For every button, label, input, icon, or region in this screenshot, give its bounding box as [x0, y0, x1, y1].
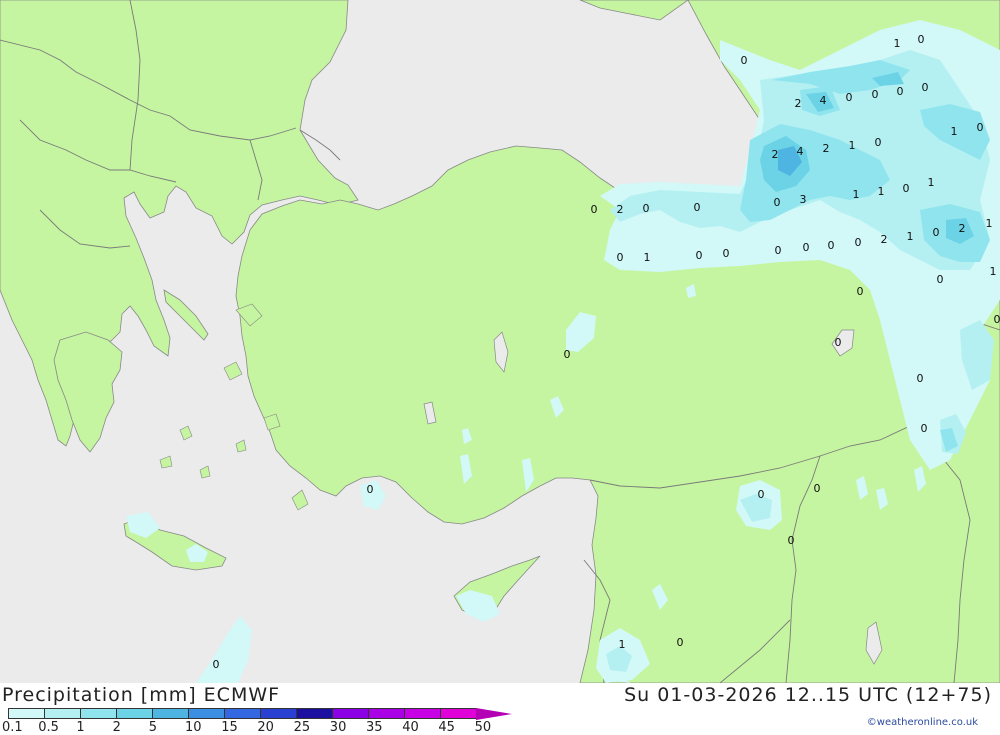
- color-scale-swatch: [224, 708, 260, 719]
- precip-value-label: 0: [875, 136, 882, 149]
- precip-value-label: 1: [928, 176, 935, 189]
- precip-value-label: 1: [644, 251, 651, 264]
- precip-value-label: 1: [619, 638, 626, 651]
- precip-value-label: 0: [921, 422, 928, 435]
- precip-value-label: 0: [758, 488, 765, 501]
- precip-value-label: 0: [846, 91, 853, 104]
- precip-value-label: 0: [788, 534, 795, 547]
- color-scale-swatch: [188, 708, 224, 719]
- precip-value-label: 2: [617, 203, 624, 216]
- precip-value-label: 4: [797, 145, 804, 158]
- map-canvas: 1 0 0 2 4 0 0 0 0 1 0 2 4 2 1 0 0 2 0 0 3 1 1 0 1 0 0 1 0 0 0 0 0 0 2 1 0 2 1 0…: [0, 0, 1000, 683]
- precip-value-label: 0: [814, 482, 821, 495]
- precip-value-label: 0: [617, 251, 624, 264]
- color-scale-swatch: [476, 708, 512, 720]
- precip-value-label: 1: [849, 139, 856, 152]
- precip-value-label: 0: [903, 182, 910, 195]
- precip-value-label: 2: [881, 233, 888, 246]
- precip-value-label: 0: [828, 239, 835, 252]
- precip-value-label: 0: [872, 88, 879, 101]
- precip-value-label: 0: [723, 247, 730, 260]
- precip-value-label: 2: [959, 222, 966, 235]
- precip-value-label: 0: [937, 273, 944, 286]
- precip-value-label: 0: [741, 54, 748, 67]
- color-scale-swatch: [260, 708, 296, 719]
- precip-value-label: 1: [894, 37, 901, 50]
- precip-value-label: 1: [986, 217, 993, 230]
- color-scale-swatch: [440, 708, 476, 719]
- color-scale-swatch: [332, 708, 368, 719]
- precip-value-label: 0: [917, 372, 924, 385]
- precip-value-label: 2: [795, 97, 802, 110]
- precip-value-label: 4: [820, 94, 827, 107]
- precip-value-label: 0: [774, 196, 781, 209]
- credit-link[interactable]: ©weatheronline.co.uk: [867, 717, 978, 728]
- precip-value-label: 1: [878, 185, 885, 198]
- color-scale-swatch: [296, 708, 332, 719]
- precip-value-label: 3: [800, 193, 807, 206]
- precip-value-label: 0: [694, 201, 701, 214]
- legend-footer: Precipitation [mm] ECMWF Su 01-03-2026 1…: [0, 683, 1000, 733]
- precip-value-label: 0: [922, 81, 929, 94]
- precip-value-label: 0: [564, 348, 571, 361]
- precip-value-label: 0: [857, 285, 864, 298]
- precip-value-label: 0: [775, 244, 782, 257]
- precip-value-label: 0: [855, 236, 862, 249]
- precip-value-label: 0: [803, 241, 810, 254]
- precip-value-label: 0: [591, 203, 598, 216]
- color-scale-swatch: [404, 708, 440, 719]
- precip-value-label: 1: [853, 188, 860, 201]
- color-scale-swatch: [80, 708, 116, 719]
- precip-value-label: 0: [994, 313, 1000, 326]
- precip-value-label: 0: [213, 658, 220, 671]
- precip-value-label: 0: [677, 636, 684, 649]
- color-scale: [8, 708, 512, 719]
- precip-value-label: 1: [990, 265, 997, 278]
- precip-value-label: 0: [367, 483, 374, 496]
- precip-value-label: 0: [918, 33, 925, 46]
- precip-value-label: 0: [977, 121, 984, 134]
- precipitation-map[interactable]: 1 0 0 2 4 0 0 0 0 1 0 2 4 2 1 0 0 2 0 0 3 1 1 0 1 0 0 1 0 0 0 0 0 0 2 1 0 2 1 0…: [0, 0, 1000, 683]
- precip-value-label: 2: [823, 142, 830, 155]
- precip-value-label: 1: [907, 230, 914, 243]
- precip-value-label: 0: [897, 85, 904, 98]
- precip-value-label: 0: [696, 249, 703, 262]
- color-scale-swatch: [368, 708, 404, 719]
- valid-time: Su 01-03-2026 12..15 UTC (12+75): [624, 684, 992, 706]
- color-scale-swatch: [44, 708, 80, 719]
- precip-value-label: 0: [933, 226, 940, 239]
- color-scale-swatch: [152, 708, 188, 719]
- color-scale-swatch: [116, 708, 152, 719]
- color-scale-swatch: [8, 708, 44, 719]
- precip-value-label: 2: [772, 148, 779, 161]
- color-scale-ticks: 0.10.5125101520253035404550: [0, 720, 520, 734]
- precip-value-label: 0: [643, 202, 650, 215]
- precip-value-label: 0: [835, 336, 842, 349]
- precip-value-label: 1: [951, 125, 958, 138]
- chart-title: Precipitation [mm] ECMWF: [2, 684, 280, 706]
